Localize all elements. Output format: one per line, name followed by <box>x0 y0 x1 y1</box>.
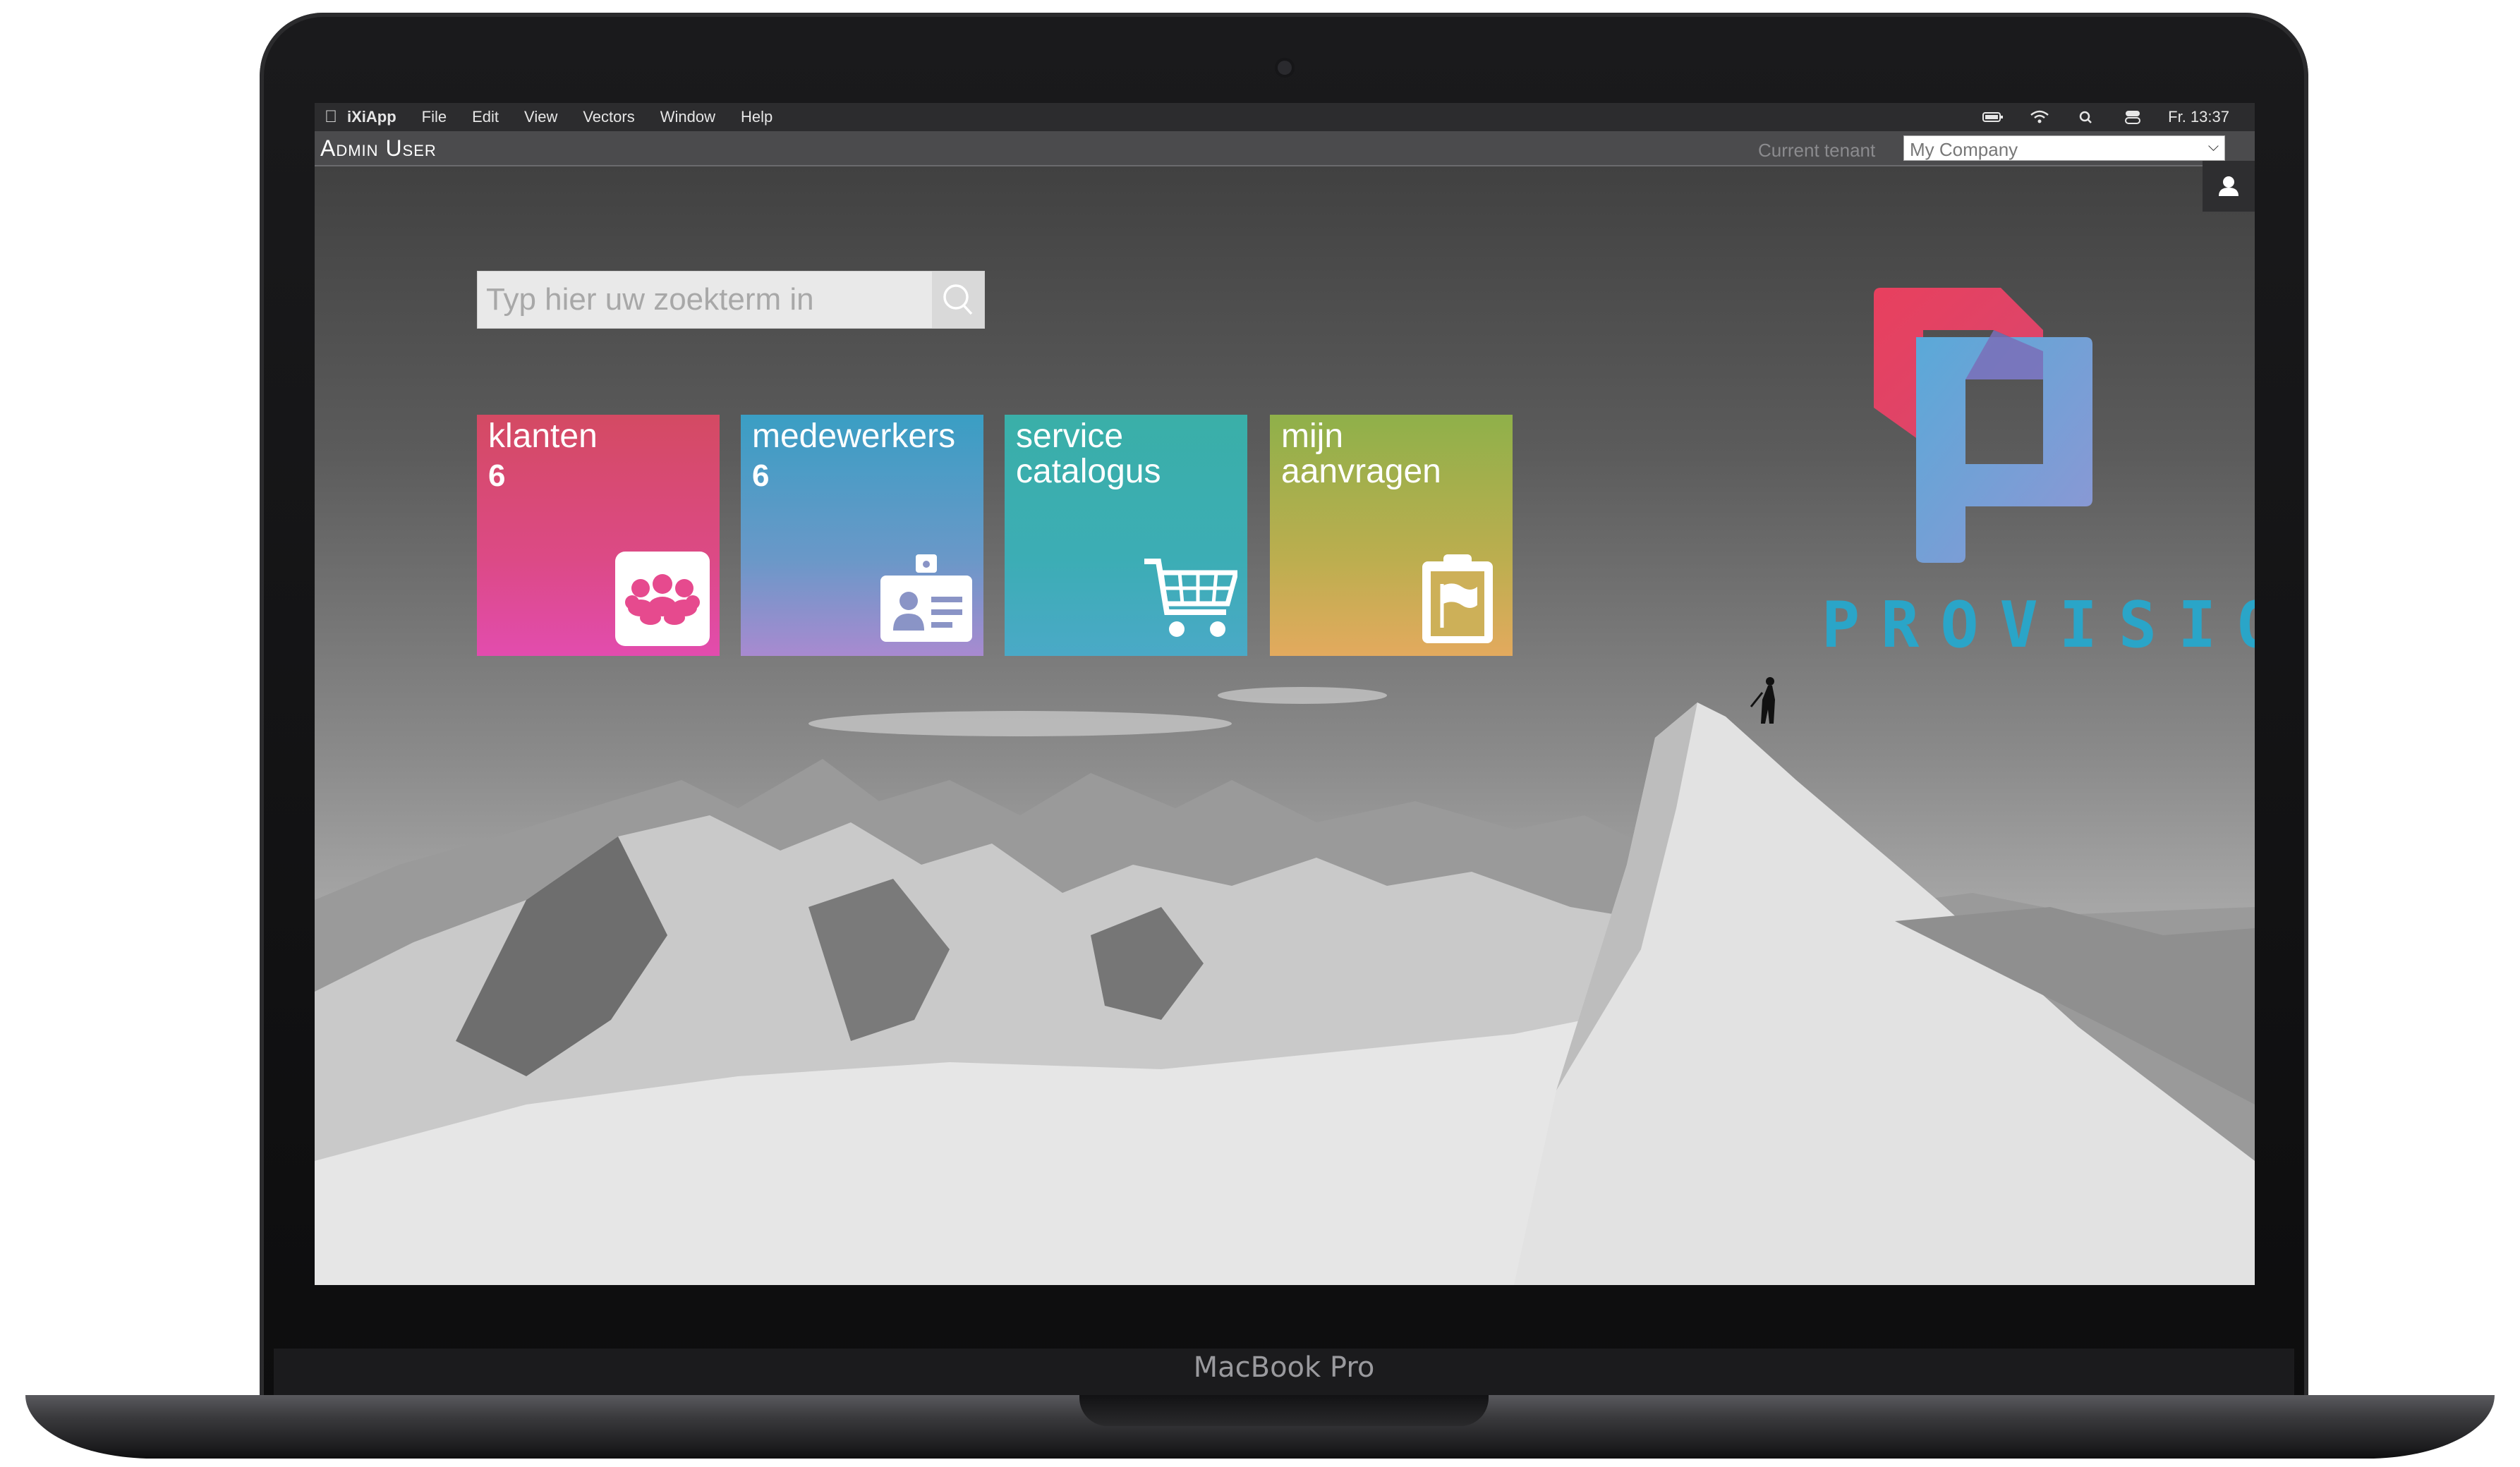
tile-title: mijn aanvragen <box>1281 418 1441 490</box>
search-icon <box>943 284 973 315</box>
search-box <box>477 271 985 329</box>
tenant-label: Current tenant <box>1758 140 1876 161</box>
user-name: Admin User <box>320 135 437 161</box>
tile-service-catalogus[interactable]: service catalogus <box>1005 415 1247 656</box>
menubar-clock[interactable]: Fr. 13:37 <box>2168 108 2229 126</box>
model-label: MacBook Pro <box>1193 1351 1375 1384</box>
system-menu-bar:  iXiApp File Edit View Vectors Window H… <box>315 103 2255 131</box>
control-center-icon[interactable] <box>2121 109 2144 125</box>
menu-app[interactable]: iXiApp <box>347 108 396 126</box>
menu-edit[interactable]: Edit <box>472 108 499 126</box>
menu-view[interactable]: View <box>524 108 557 126</box>
apple-icon[interactable]:  <box>315 107 347 127</box>
tile-title: service catalogus <box>1016 418 1161 490</box>
tenant-value: My Company <box>1910 139 2018 160</box>
chevron-down-icon: ⌵ <box>2207 139 2219 154</box>
screen:  iXiApp File Edit View Vectors Window H… <box>315 103 2255 1285</box>
user-profile-button[interactable] <box>2203 161 2255 212</box>
tile-klanten[interactable]: klanten 6 <box>477 415 720 656</box>
people-group-icon <box>615 552 710 646</box>
camera <box>1278 61 1292 75</box>
menu-file[interactable]: File <box>422 108 447 126</box>
id-badge-icon <box>880 554 972 642</box>
menu-vectors[interactable]: Vectors <box>583 108 634 126</box>
clipboard-flag-icon <box>1422 554 1493 643</box>
tenant-select[interactable]: My Company ⌵ <box>1903 135 2225 161</box>
tile-mijn-aanvragen[interactable]: mijn aanvragen <box>1270 415 1513 656</box>
tile-medewerkers[interactable]: medewerkers 6 <box>741 415 983 656</box>
menu-help[interactable]: Help <box>741 108 773 126</box>
provisior-logo <box>1874 288 2092 563</box>
search-input[interactable] <box>478 272 929 328</box>
search-icon[interactable] <box>2075 109 2097 125</box>
battery-icon[interactable] <box>1982 109 2004 125</box>
app-header: Admin User Current tenant My Company ⌵ <box>315 131 2255 166</box>
search-button[interactable] <box>932 272 984 328</box>
tile-count: 6 <box>488 458 506 493</box>
tile-count: 6 <box>752 458 770 493</box>
tile-title: medewerkers <box>752 418 956 455</box>
laptop-notch <box>1079 1395 1489 1426</box>
tile-title: klanten <box>488 418 598 455</box>
user-icon <box>2219 176 2239 196</box>
brand-wordmark: PROVISIOR <box>1822 588 2255 662</box>
wifi-icon[interactable] <box>2028 109 2051 125</box>
menu-window[interactable]: Window <box>660 108 715 126</box>
shopping-cart-icon <box>1144 559 1237 637</box>
